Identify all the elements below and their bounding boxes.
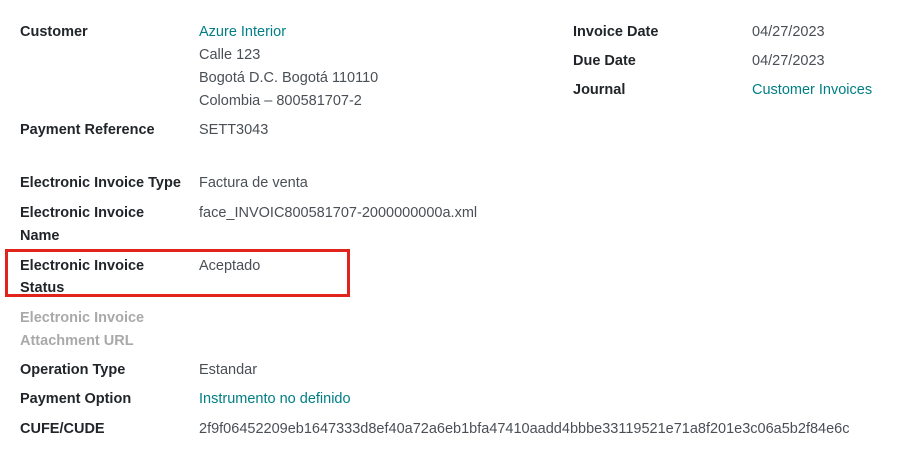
journal-link[interactable]: Customer Invoices	[752, 79, 872, 102]
einvoice-status-label-line1: Electronic Invoice	[20, 258, 145, 274]
cufe-field[interactable]: 2f9f06452209eb1647333d8ef40a72a6eb1bfa47…	[199, 418, 849, 441]
einvoice-name-field[interactable]: face_INVOIC800581707-2000000000a.xml	[199, 202, 477, 225]
einvoice-name-label-line2: Name	[20, 228, 60, 244]
cufe-label: CUFE/CUDE	[20, 421, 105, 437]
operation-type-label: Operation Type	[20, 362, 126, 378]
customer-name-link[interactable]: Azure Interior	[199, 21, 286, 44]
invoice-date-label: Invoice Date	[573, 24, 659, 40]
einvoice-attachment-label-line2: Attachment URL	[20, 333, 134, 349]
operation-type-field[interactable]: Estandar	[199, 359, 257, 382]
customer-address-line1: Calle 123	[199, 47, 261, 63]
payment-reference-label: Payment Reference	[20, 122, 155, 138]
einvoice-status-field[interactable]: Aceptado	[199, 255, 260, 278]
due-date-field[interactable]: 04/27/2023	[752, 50, 825, 73]
due-date-label: Due Date	[573, 53, 636, 69]
einvoice-type-field[interactable]: Factura de venta	[199, 172, 308, 195]
customer-address-line2: Bogotá D.C. Bogotá 110110	[199, 70, 379, 86]
customer-label: Customer	[20, 24, 88, 40]
customer-address-line3: Colombia – 800581707-2	[199, 93, 362, 109]
einvoice-attachment-label-line1: Electronic Invoice	[20, 310, 145, 326]
einvoice-type-label: Electronic Invoice Type	[20, 175, 181, 191]
einvoice-name-label-line1: Electronic Invoice	[20, 205, 145, 221]
payment-option-link[interactable]: Instrumento no definido	[199, 388, 351, 411]
invoice-form-sheet: Customer Azure Interior Calle 123 Bogotá…	[0, 0, 900, 455]
journal-label: Journal	[573, 82, 626, 98]
payment-option-label: Payment Option	[20, 391, 132, 407]
invoice-date-field[interactable]: 04/27/2023	[752, 21, 825, 44]
einvoice-status-label-line2: Status	[20, 280, 65, 296]
payment-reference-field[interactable]: SETT3043	[199, 119, 268, 142]
